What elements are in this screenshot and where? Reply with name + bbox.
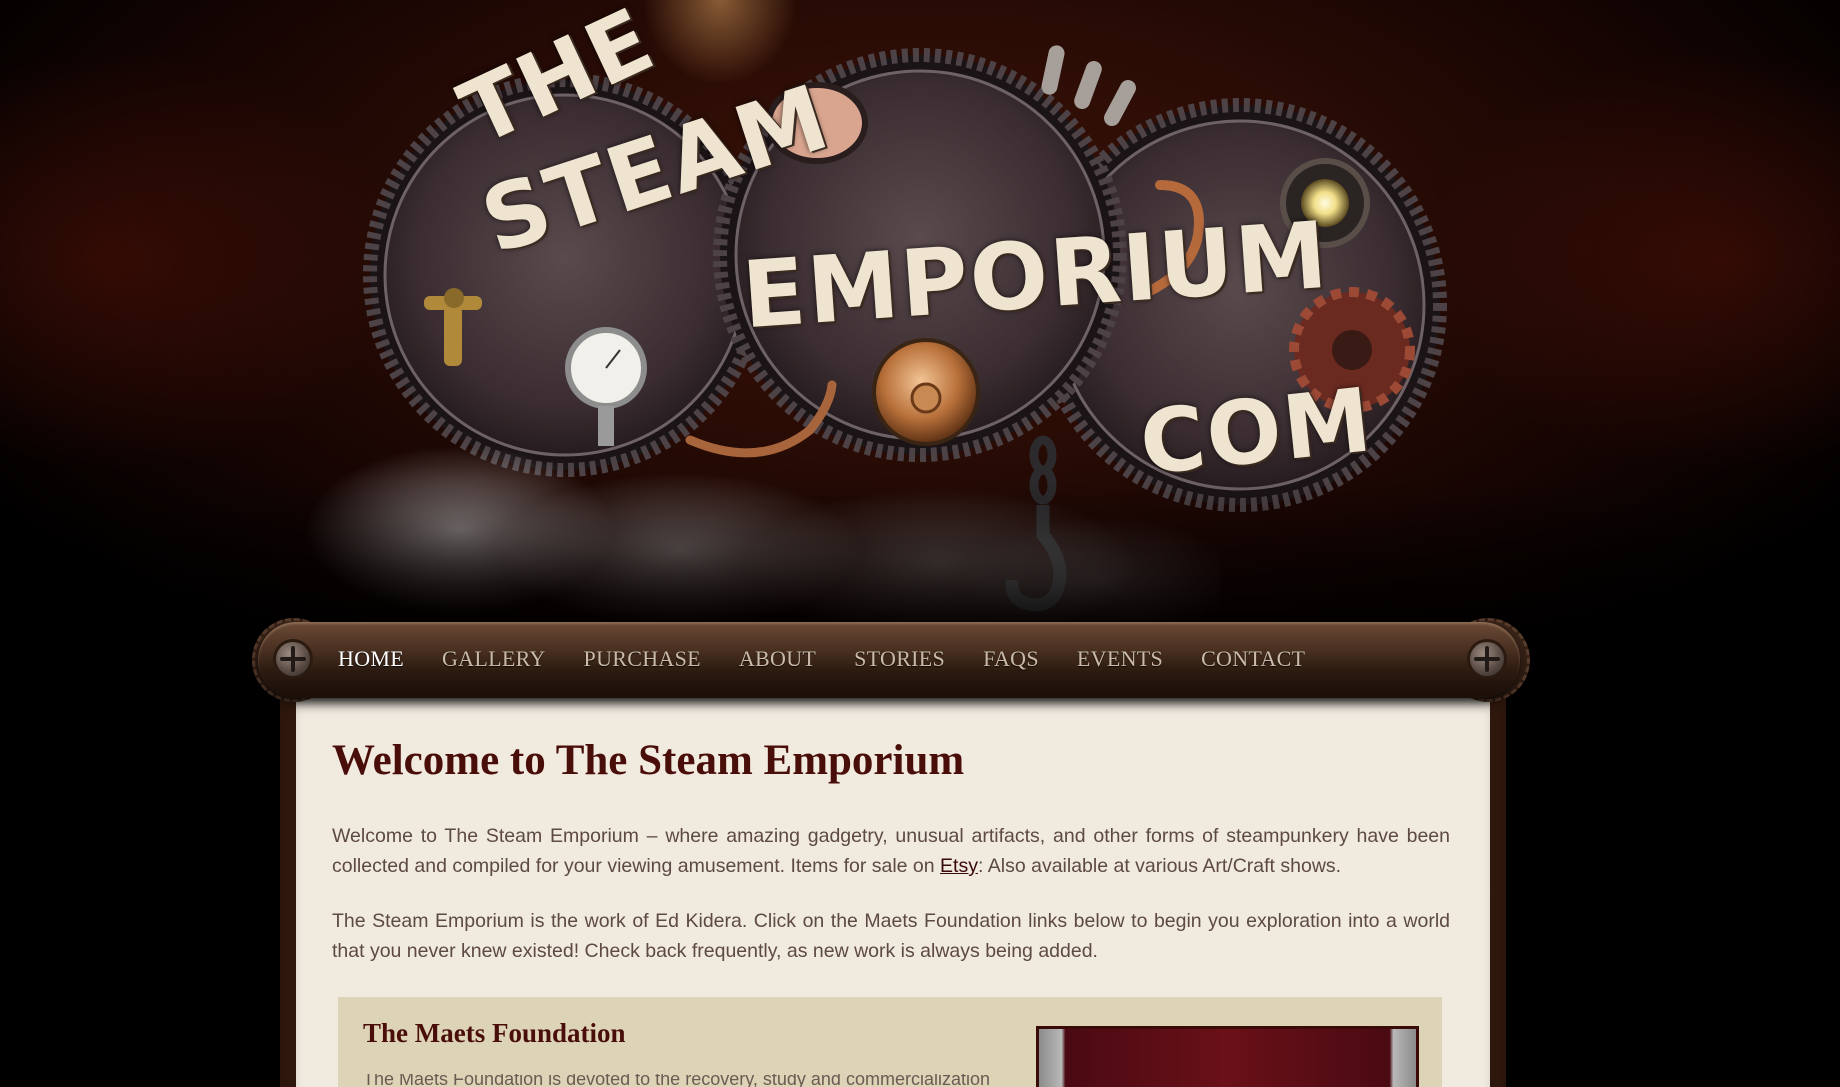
nav-item-gallery[interactable]: GALLERY <box>442 646 546 672</box>
nav-item-stories[interactable]: STORIES <box>854 646 945 672</box>
intro-text-end: : Also available at various Art/Craft sh… <box>977 855 1342 877</box>
bolt-icon <box>1470 642 1504 676</box>
intro-paragraph: Welcome to The Steam Emporium – where am… <box>332 821 1450 881</box>
nav-item-events[interactable]: EVENTS <box>1077 646 1163 672</box>
nav-menu: HOME GALLERY PURCHASE ABOUT STORIES FAQS… <box>338 646 1343 672</box>
page-title: Welcome to The Steam Emporium <box>332 737 965 784</box>
about-paragraph: The Steam Emporium is the work of Ed Kid… <box>332 910 1450 962</box>
maets-foundation-description: The Maets Foundation is devoted to the r… <box>363 1074 990 1087</box>
nav-item-contact[interactable]: CONTACT <box>1201 646 1305 672</box>
bolt-icon <box>276 642 310 676</box>
nav-item-home[interactable]: HOME <box>338 646 404 672</box>
etsy-link[interactable]: Etsy <box>940 855 978 877</box>
maets-foundation-text: The Maets Foundation is devoted to the r… <box>363 1074 1018 1087</box>
nav-item-about[interactable]: ABOUT <box>739 646 816 672</box>
maets-foundation-title[interactable]: The Maets Foundation <box>363 1018 626 1049</box>
nav-item-purchase[interactable]: PURCHASE <box>584 646 701 672</box>
maets-foundation-image[interactable] <box>1036 1026 1419 1087</box>
nav-item-faqs[interactable]: FAQS <box>983 646 1039 672</box>
